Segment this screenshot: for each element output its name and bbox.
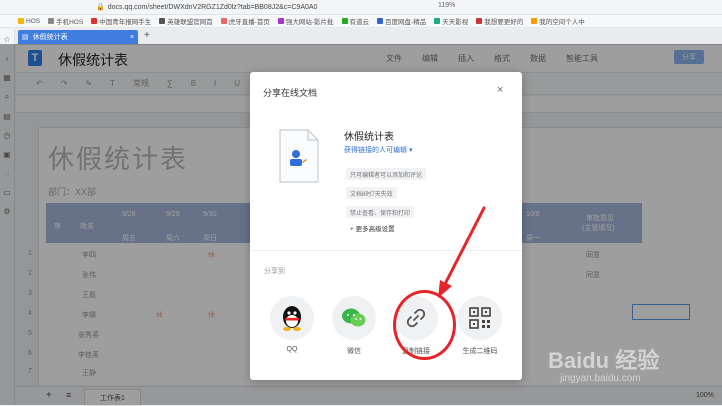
star-icon[interactable]: ☆ xyxy=(3,35,10,44)
bookmark-item[interactable]: 有道云 xyxy=(341,16,369,26)
bookmark-item[interactable]: 中国青年报网手生 xyxy=(91,16,151,26)
doc-tab-icon: ▤ xyxy=(22,34,29,41)
qq-share-button[interactable] xyxy=(270,296,314,340)
address-bar[interactable]: 🔒 docs.qq.com/sheet/DWXdnV2RGZ1Zd0lz?tab… xyxy=(96,1,317,13)
bookmarks-bar: HOS 手机HOS 中国青年报网手生 英雄联盟官网首 虎牙直播-首页 强大网站-… xyxy=(0,15,722,28)
shared-doc-name: 休假统计表 xyxy=(344,132,394,143)
bookmark-item[interactable]: 我想要更好的 xyxy=(476,16,523,26)
bookmark-item[interactable]: 英雄联盟官网首 xyxy=(159,16,213,26)
qrcode-icon xyxy=(469,307,491,329)
browser-toolbar: 🔒 docs.qq.com/sheet/DWXdnV2RGZ1Zd0lz?tab… xyxy=(0,0,722,15)
bookmark-item[interactable]: 我的空间个人中 xyxy=(531,16,585,26)
bookmark-item[interactable]: 百度网盘-精品 xyxy=(377,16,426,26)
url-text: docs.qq.com/sheet/DWXdnV2RGZ1Zd0lz?tab=B… xyxy=(107,3,318,11)
zoom-level: 119% xyxy=(438,2,456,9)
permission-option[interactable]: 只可编辑者可以添加和评论 xyxy=(346,168,427,180)
annotation-circle xyxy=(393,290,456,360)
qrcode-label: 生成二维码 xyxy=(462,348,498,355)
baidu-watermark-url: jingyan.baidu.com xyxy=(560,373,641,384)
bookmark-item[interactable]: 强大网站-影片批 xyxy=(277,16,334,26)
sheet-file-icon xyxy=(279,129,319,183)
new-tab-button[interactable]: + xyxy=(144,30,150,41)
close-tab-icon[interactable]: × xyxy=(130,34,134,41)
permission-option[interactable]: 文档8时7天失效 xyxy=(346,187,397,199)
bookmark-item[interactable]: HOS xyxy=(18,18,40,25)
permission-select[interactable]: 获得链接的人可编辑 ▾ xyxy=(344,145,412,155)
bookmark-item[interactable]: 手机HOS xyxy=(48,16,83,26)
bookmark-item[interactable]: 虎牙直播-首页 xyxy=(220,16,270,26)
baidu-watermark: Baidu 经验 xyxy=(548,348,660,373)
bookmark-item[interactable]: 天天影视 xyxy=(434,16,468,26)
qq-label: QQ xyxy=(286,346,298,353)
qq-penguin-icon xyxy=(283,306,301,331)
share-to-label: 分享到 xyxy=(264,268,285,275)
wechat-icon xyxy=(342,308,366,327)
wechat-share-button[interactable] xyxy=(332,296,376,340)
lock-icon: 🔒 xyxy=(96,4,105,11)
browser-tab-bar: ▤ 休假统计表 × + xyxy=(0,29,722,45)
browser-tab[interactable]: ▤ 休假统计表 × xyxy=(18,30,138,44)
dialog-title: 分享在线文档 xyxy=(263,88,318,98)
close-icon[interactable]: × xyxy=(497,84,503,96)
wechat-label: 微信 xyxy=(347,348,361,355)
